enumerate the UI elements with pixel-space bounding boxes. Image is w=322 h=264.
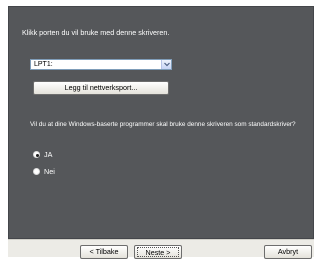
cancel-button[interactable]: Avbryt: [264, 245, 312, 259]
next-button-label: Neste >: [137, 247, 179, 257]
add-network-port-button[interactable]: Legg til nettverksport...: [33, 81, 169, 95]
dropdown-button[interactable]: [161, 60, 171, 69]
radio-yes-label[interactable]: JA: [44, 150, 52, 160]
printer-wizard-dialog: Klikk porten du vil bruke med denne skri…: [0, 0, 322, 264]
port-select-value: LPT1:: [34, 61, 53, 68]
chevron-down-icon: [164, 62, 170, 67]
next-button[interactable]: Neste >: [134, 245, 182, 259]
port-select[interactable]: LPT1:: [30, 59, 172, 70]
port-instruction-text: Klikk porten du vil bruke med denne skri…: [22, 28, 170, 37]
radio-no-circle[interactable]: [33, 168, 40, 175]
radio-no-label[interactable]: Nei: [44, 167, 55, 177]
radio-selected-dot: [36, 154, 39, 157]
back-button[interactable]: < Tilbake: [80, 245, 128, 259]
radio-yes-circle[interactable]: [33, 151, 40, 158]
default-printer-question: Vil du at dine Windows-baserte programme…: [30, 121, 296, 128]
